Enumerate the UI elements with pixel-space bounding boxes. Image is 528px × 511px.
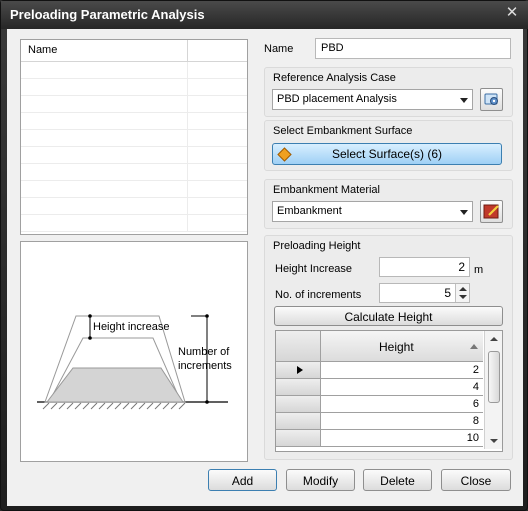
list-rows (21, 62, 247, 232)
embankment-material-value: Embankment (277, 205, 342, 217)
edit-analysis-button[interactable] (480, 88, 503, 111)
delete-button[interactable]: Delete (363, 469, 432, 491)
chevron-down-icon (460, 210, 468, 215)
reference-case-value: PBD placement Analysis (277, 93, 397, 105)
height-increase-field-label: Height Increase (275, 263, 353, 275)
column-divider (187, 40, 188, 62)
row-header[interactable] (276, 362, 321, 379)
embankment-surface-group: Select Embankment Surface Select Surface… (264, 120, 513, 171)
increments-label: No. of increments (275, 289, 362, 301)
settings-icon (484, 93, 498, 105)
add-button-label: Add (231, 474, 254, 488)
name-label: Name (264, 43, 294, 55)
table-corner (276, 331, 321, 362)
height-column-label: Height (379, 340, 414, 354)
analysis-list[interactable]: Name (20, 39, 248, 235)
list-item[interactable] (21, 130, 247, 147)
embankment-material-label: Embankment Material (273, 184, 380, 196)
delete-button-label: Delete (380, 474, 415, 488)
reference-case-label: Reference Analysis Case (273, 72, 396, 84)
preloading-height-label: Preloading Height (273, 240, 361, 252)
number-of-increments-label: Number of increments (178, 346, 232, 372)
modify-button-label: Modify (302, 474, 339, 488)
row-header[interactable] (276, 379, 321, 396)
embankment-surface-label: Select Embankment Surface (273, 125, 413, 137)
list-item[interactable] (21, 181, 247, 198)
table-cell[interactable]: 8 (321, 413, 483, 430)
select-surfaces-label: Select Surface(s) (6) (331, 147, 443, 161)
list-column-name[interactable]: Name (28, 44, 57, 56)
window-title: Preloading Parametric Analysis (10, 7, 205, 22)
name-input[interactable]: PBD (315, 38, 511, 59)
list-item[interactable] (21, 215, 247, 232)
table-cell[interactable]: 6 (321, 396, 483, 413)
list-item[interactable] (21, 62, 247, 79)
scroll-up-icon[interactable] (490, 337, 498, 341)
scroll-down-icon[interactable] (490, 439, 498, 443)
list-item[interactable] (21, 113, 247, 130)
list-item[interactable] (21, 79, 247, 96)
height-increase-unit: m (474, 264, 484, 276)
row-header[interactable] (276, 413, 321, 430)
calculate-height-button[interactable]: Calculate Height (274, 306, 503, 326)
list-item[interactable] (21, 96, 247, 113)
close-button-label: Close (460, 474, 492, 488)
list-item[interactable] (21, 198, 247, 215)
height-table[interactable]: Height 2 4 6 8 10 (275, 330, 503, 452)
list-item[interactable] (21, 147, 247, 164)
table-scrollbar[interactable] (484, 331, 502, 449)
list-header: Name (21, 40, 247, 62)
dialog-window: Preloading Parametric Analysis ✕ Name He… (0, 0, 528, 511)
select-surfaces-button[interactable]: Select Surface(s) (6) (272, 143, 502, 165)
height-increase-input[interactable]: 2 (379, 257, 470, 277)
list-item[interactable] (21, 164, 247, 181)
close-button[interactable]: Close (441, 469, 511, 491)
edit-material-button[interactable] (480, 200, 503, 223)
add-button[interactable]: Add (208, 469, 277, 491)
reference-case-group: Reference Analysis Case PBD placement An… (264, 67, 513, 117)
embankment-diagram: Height increase Number of increments (20, 241, 248, 462)
row-header[interactable] (276, 430, 321, 447)
modify-button[interactable]: Modify (286, 469, 355, 491)
current-row-icon (297, 366, 303, 374)
scrollbar-thumb[interactable] (488, 351, 500, 403)
height-increase-label: Height increase (93, 321, 170, 333)
embankment-material-group: Embankment Material Embankment (264, 179, 513, 229)
chevron-up-icon[interactable] (459, 287, 467, 291)
height-column-header[interactable]: Height (321, 331, 483, 362)
title-bar[interactable]: Preloading Parametric Analysis ✕ (1, 1, 528, 29)
preloading-height-group: Preloading Height Height Increase 2 m No… (264, 235, 513, 460)
row-header[interactable] (276, 396, 321, 413)
embankment-material-dropdown[interactable]: Embankment (272, 201, 473, 222)
dialog-client-area: Name Height increase Number of increment… (7, 29, 523, 506)
chevron-down-icon (460, 98, 468, 103)
sort-ascending-icon (470, 344, 478, 349)
table-cell[interactable]: 10 (321, 430, 483, 447)
increments-stepper[interactable] (455, 284, 469, 302)
material-edit-icon (483, 204, 499, 219)
table-cell[interactable]: 2 (321, 362, 483, 379)
reference-case-dropdown[interactable]: PBD placement Analysis (272, 89, 473, 110)
calculate-height-label: Calculate Height (344, 310, 433, 324)
table-cell[interactable]: 4 (321, 379, 483, 396)
close-window-icon[interactable]: ✕ (504, 5, 520, 21)
chevron-down-icon[interactable] (459, 295, 467, 299)
